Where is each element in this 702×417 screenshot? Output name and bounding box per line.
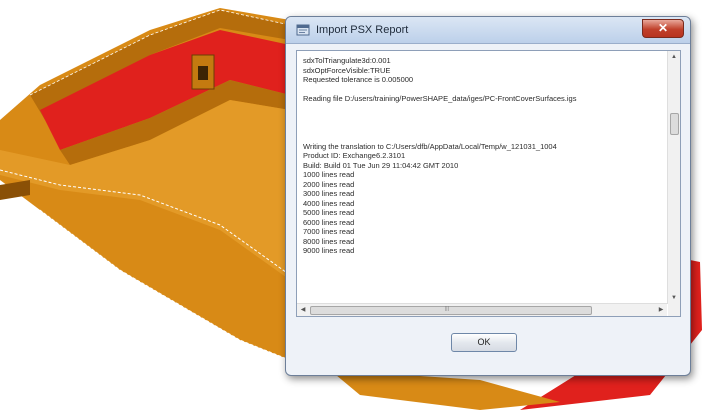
report-text-area[interactable]: sdxTolTriangulate3d:0.001 sdxOptForceVisi… [296, 50, 681, 317]
report-line: sdxTolTriangulate3d:0.001 [303, 56, 391, 65]
report-line [303, 123, 653, 133]
report-line: Product ID: Exchange6.2.3101 [303, 151, 406, 160]
report-line: 9000 lines read [303, 246, 355, 255]
report-line [303, 113, 653, 123]
report-line: Build: Build 01 Tue Jun 29 11:04:42 GMT … [303, 160, 459, 170]
report-line: sdxOptForceVisible:TRUE [303, 65, 391, 75]
scroll-down-arrow-icon[interactable]: ▼ [668, 292, 680, 304]
scroll-up-arrow-icon[interactable]: ▲ [668, 51, 680, 63]
report-line: 6000 lines read [303, 217, 355, 227]
vertical-scroll-thumb[interactable] [670, 113, 679, 135]
scrollbar-corner [668, 304, 680, 316]
close-button[interactable]: ✕ [642, 19, 684, 38]
dialog-titlebar[interactable]: Import PSX Report ✕ [286, 17, 690, 44]
close-icon: ✕ [657, 21, 669, 35]
vertical-scrollbar[interactable]: ▲ ▼ [667, 51, 680, 304]
part-bracket-hole [198, 66, 208, 80]
scroll-grip-icon: ||| [445, 306, 449, 312]
scroll-left-arrow-icon[interactable]: ◀ [297, 304, 309, 316]
report-log: sdxTolTriangulate3d:0.001 sdxOptForceVisi… [303, 56, 653, 301]
report-line: Requested tolerance is 0.005000 [303, 75, 414, 84]
report-line: 3000 lines read [303, 189, 355, 198]
ok-button[interactable]: OK [451, 333, 517, 352]
report-line: Writing the translation to C:/Users/dfb/… [303, 141, 557, 151]
report-line: 8000 lines read [303, 236, 355, 246]
report-window-icon [296, 24, 310, 36]
scroll-right-arrow-icon[interactable]: ▶ [655, 304, 667, 316]
report-line: 7000 lines read [303, 227, 355, 236]
horizontal-scrollbar[interactable]: ◀ ||| ▶ [297, 303, 667, 316]
report-line: 5000 lines read [303, 208, 355, 217]
report-line: Reading file D:/users/training/PowerSHAP… [303, 94, 577, 103]
horizontal-scroll-thumb[interactable] [310, 306, 592, 315]
part-tail-bottom [330, 370, 560, 410]
dialog-title: Import PSX Report [316, 24, 409, 36]
report-line [303, 132, 653, 142]
report-line: 1000 lines read [303, 170, 355, 179]
report-line [303, 85, 653, 95]
report-line: 4000 lines read [303, 198, 355, 208]
import-psx-report-dialog: Import PSX Report ✕ sdxTolTriangulate3d:… [285, 16, 691, 376]
report-line [303, 104, 653, 114]
report-line: 2000 lines read [303, 179, 355, 189]
